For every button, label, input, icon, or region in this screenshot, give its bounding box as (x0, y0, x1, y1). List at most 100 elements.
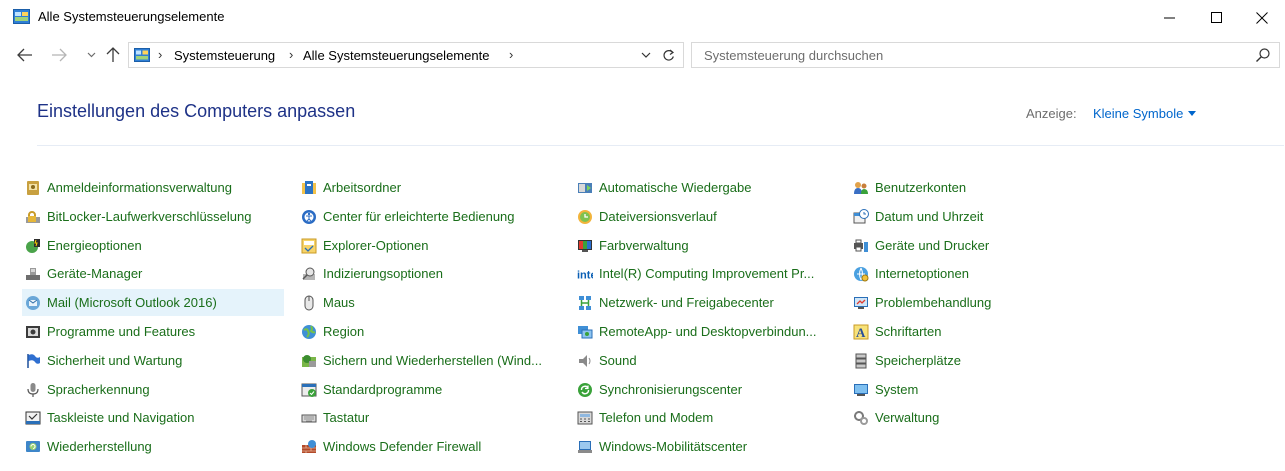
item-windows-defender-firewall[interactable]: Windows Defender Firewall (298, 433, 560, 460)
item-label[interactable]: Farbverwaltung (599, 238, 689, 253)
item-label[interactable]: Problembehandlung (875, 295, 991, 310)
view-mode-dropdown[interactable]: Kleine Symbole (1093, 106, 1197, 121)
item-verwaltung[interactable]: Verwaltung (850, 404, 1112, 431)
search-icon[interactable] (1255, 47, 1271, 63)
item-farbverwaltung[interactable]: Farbverwaltung (574, 232, 836, 259)
chevron-right-icon[interactable]: › (509, 47, 513, 62)
item-center-fuer-erleichterte-bedienung[interactable]: Center für erleichterte Bedienung (298, 203, 560, 230)
item-benutzerkonten[interactable]: Benutzerkonten (850, 174, 1112, 201)
item-geraete-und-drucker[interactable]: Geräte und Drucker (850, 232, 1112, 259)
item-dateiversionsverlauf[interactable]: Dateiversionsverlauf (574, 203, 836, 230)
item-label[interactable]: Dateiversionsverlauf (599, 209, 717, 224)
item-label[interactable]: Programme und Features (47, 324, 195, 339)
item-remoteapp-und-desktopverbindun[interactable]: RemoteApp- und Desktopverbindun... (574, 318, 836, 345)
item-internetoptionen[interactable]: Internetoptionen (850, 260, 1112, 287)
item-spracherkennung[interactable]: Spracherkennung (22, 376, 284, 403)
item-label[interactable]: Mail (Microsoft Outlook 2016) (47, 295, 217, 310)
item-wiederherstellung[interactable]: Wiederherstellung (22, 433, 284, 460)
item-taskleiste-und-navigation[interactable]: Taskleiste und Navigation (22, 404, 284, 431)
item-label[interactable]: Center für erleichterte Bedienung (323, 209, 515, 224)
item-energieoptionen[interactable]: Energieoptionen (22, 232, 284, 259)
item-problembehandlung[interactable]: Problembehandlung (850, 289, 1112, 316)
item-standardprogramme[interactable]: Standardprogramme (298, 376, 560, 403)
search-input[interactable] (692, 43, 1252, 67)
item-programme-und-features[interactable]: Programme und Features (22, 318, 284, 345)
item-datum-und-uhrzeit[interactable]: Datum und Uhrzeit (850, 203, 1112, 230)
item-arbeitsordner[interactable]: Arbeitsordner (298, 174, 560, 201)
item-label[interactable]: Maus (323, 295, 355, 310)
item-label[interactable]: Schriftarten (875, 324, 941, 339)
item-label[interactable]: Explorer-Optionen (323, 238, 429, 253)
item-maus[interactable]: Maus (298, 289, 560, 316)
item-system[interactable]: System (850, 376, 1112, 403)
item-label[interactable]: Tastatur (323, 410, 369, 425)
item-label[interactable]: Sound (599, 353, 637, 368)
forward-button[interactable] (48, 44, 70, 66)
address-history-button[interactable] (637, 46, 655, 64)
item-label[interactable]: Region (323, 324, 364, 339)
item-label[interactable]: Windows Defender Firewall (323, 439, 481, 454)
item-explorer-optionen[interactable]: Explorer-Optionen (298, 232, 560, 259)
item-label[interactable]: Indizierungsoptionen (323, 266, 443, 281)
search-box[interactable] (691, 42, 1280, 68)
item-label[interactable]: Taskleiste und Navigation (47, 410, 194, 425)
item-label[interactable]: Telefon und Modem (599, 410, 713, 425)
close-button[interactable] (1239, 0, 1285, 35)
item-label[interactable]: Sichern und Wiederherstellen (Wind... (323, 353, 542, 368)
item-label[interactable]: Internetoptionen (875, 266, 969, 281)
item-telefon-und-modem[interactable]: Telefon und Modem (574, 404, 836, 431)
item-label[interactable]: Wiederherstellung (47, 439, 152, 454)
item-label[interactable]: Sicherheit und Wartung (47, 353, 182, 368)
item-label[interactable]: Datum und Uhrzeit (875, 209, 983, 224)
item-label[interactable]: Synchronisierungscenter (599, 382, 742, 397)
item-anmeldeinformationsverwaltung[interactable]: Anmeldeinformationsverwaltung (22, 174, 284, 201)
item-label[interactable]: Speicherplätze (875, 353, 961, 368)
chevron-right-icon[interactable]: › (289, 47, 293, 62)
refresh-button[interactable] (659, 46, 677, 64)
view-mode-value[interactable]: Kleine Symbole (1093, 106, 1183, 121)
item-geraete-manager[interactable]: Geräte-Manager (22, 260, 284, 287)
item-automatische-wiedergabe[interactable]: Automatische Wiedergabe (574, 174, 836, 201)
recent-locations-button[interactable] (84, 44, 98, 66)
item-sichern-und-wiederherstellen-wind[interactable]: Sichern und Wiederherstellen (Wind... (298, 347, 560, 374)
chevron-right-icon[interactable]: › (158, 47, 162, 62)
item-label[interactable]: Geräte und Drucker (875, 238, 989, 253)
address-bar[interactable]: › Systemsteuerung › Alle Systemsteuerung… (128, 42, 684, 68)
item-label[interactable]: Anmeldeinformationsverwaltung (47, 180, 232, 195)
item-label[interactable]: Arbeitsordner (323, 180, 401, 195)
item-speicherplaetze[interactable]: Speicherplätze (850, 347, 1112, 374)
minimize-button[interactable] (1146, 0, 1192, 35)
item-intel-r-computing-improvement-pr[interactable]: intel Intel(R) Computing Improvement Pr..… (574, 260, 836, 287)
item-region[interactable]: Region (298, 318, 560, 345)
item-label[interactable]: BitLocker-Laufwerkverschlüsselung (47, 209, 251, 224)
back-button[interactable] (14, 44, 36, 66)
item-label[interactable]: Energieoptionen (47, 238, 142, 253)
item-label[interactable]: Netzwerk- und Freigabecenter (599, 295, 774, 310)
item-tastatur[interactable]: Tastatur (298, 404, 560, 431)
item-label[interactable]: Geräte-Manager (47, 266, 142, 281)
item-label[interactable]: Standardprogramme (323, 382, 442, 397)
item-sicherheit-und-wartung[interactable]: Sicherheit und Wartung (22, 347, 284, 374)
maximize-button[interactable] (1193, 0, 1239, 35)
item-label[interactable]: Spracherkennung (47, 382, 150, 397)
item-label[interactable]: System (875, 382, 918, 397)
up-button[interactable] (102, 44, 124, 66)
item-label[interactable]: RemoteApp- und Desktopverbindun... (599, 324, 817, 339)
item-windows-mobilitaetscenter[interactable]: Windows-Mobilitätscenter (574, 433, 836, 460)
breadcrumb-systemsteuerung[interactable]: Systemsteuerung (174, 48, 275, 63)
item-label[interactable]: Benutzerkonten (875, 180, 966, 195)
item-netzwerk-und-freigabecenter[interactable]: Netzwerk- und Freigabecenter (574, 289, 836, 316)
page-title: Einstellungen des Computers anpassen (37, 101, 356, 121)
dropdown-arrow-icon[interactable] (1188, 111, 1197, 116)
item-sound[interactable]: Sound (574, 347, 836, 374)
breadcrumb-alle-elemente[interactable]: Alle Systemsteuerungselemente (303, 48, 489, 63)
item-label[interactable]: Windows-Mobilitätscenter (599, 439, 747, 454)
item-label[interactable]: Verwaltung (875, 410, 939, 425)
item-label[interactable]: Intel(R) Computing Improvement Pr... (599, 266, 814, 281)
item-indizierungsoptionen[interactable]: Indizierungsoptionen (298, 260, 560, 287)
item-bitlocker-laufwerkverschluesselung[interactable]: BitLocker-Laufwerkverschlüsselung (22, 203, 284, 230)
item-label[interactable]: Automatische Wiedergabe (599, 180, 751, 195)
item-synchronisierungscenter[interactable]: Synchronisierungscenter (574, 376, 836, 403)
item-mail-microsoft-outlook-2016[interactable]: Mail (Microsoft Outlook 2016) (22, 289, 284, 316)
item-schriftarten[interactable]: A Schriftarten (850, 318, 1112, 345)
